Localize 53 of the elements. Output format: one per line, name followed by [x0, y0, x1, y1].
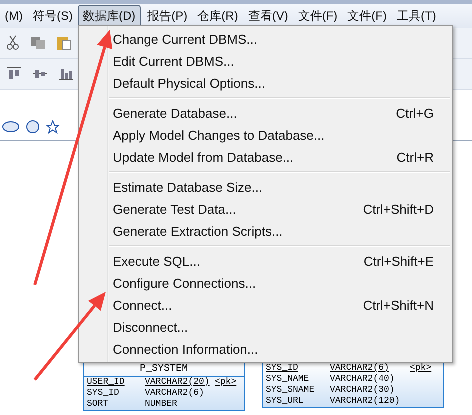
menu-bar-item[interactable]: 符号(S) — [28, 4, 78, 28]
key-label: <pk> — [215, 377, 238, 388]
menu-item[interactable]: Generate Test Data... — [113, 202, 236, 216]
shortcut-label: Ctrl+Shift+N — [363, 298, 434, 312]
column-type: VARCHAR2(6) — [145, 388, 206, 399]
menu-item[interactable]: Apply Model Changes to Database... — [113, 128, 325, 142]
copy-icon[interactable] — [30, 36, 46, 50]
shortcut-label: Ctrl+G — [396, 106, 434, 120]
shortcut-label: Ctrl+Shift+E — [364, 254, 434, 268]
align-bottom-icon[interactable] — [58, 67, 74, 81]
menu-bar-item[interactable]: 工具(T) — [392, 4, 442, 28]
column-name: USER_ID — [87, 377, 126, 388]
circle-icon[interactable] — [26, 120, 40, 134]
column-type: VARCHAR2(30) — [330, 385, 396, 396]
column-name: SORT — [87, 399, 110, 410]
menu-item[interactable]: Estimate Database Size... — [113, 180, 263, 194]
column-type: VARCHAR2(40) — [330, 374, 396, 385]
menu-item[interactable]: Connect... — [113, 298, 172, 312]
column-name: SYS_ID — [87, 388, 120, 399]
menu-bar-item[interactable]: 文件(F) — [342, 4, 392, 28]
menu-item[interactable]: Generate Database... — [113, 106, 238, 120]
menu-bar-item[interactable]: 仓库(R) — [192, 4, 244, 28]
menu-item[interactable]: Disconnect... — [113, 320, 188, 334]
column-type: VARCHAR2(6) — [330, 363, 390, 374]
menu-bar-item[interactable]: 查看(V) — [243, 4, 294, 28]
menu-item[interactable]: Default Physical Options... — [113, 76, 266, 90]
menu-item[interactable]: Execute SQL... — [113, 254, 200, 268]
menu-item[interactable]: Edit Current DBMS... — [113, 54, 234, 68]
menu-item[interactable]: Connection Information... — [113, 342, 258, 356]
align-middle-icon[interactable] — [32, 67, 48, 81]
column-type: VARCHAR2(120) — [330, 396, 402, 407]
paste-icon[interactable] — [56, 35, 72, 51]
column-name: SYS_NAME — [266, 374, 310, 385]
column-name: SYS_URL — [266, 396, 305, 407]
menu-item[interactable]: Change Current DBMS... — [113, 32, 258, 46]
column-name: SYS_ID — [266, 363, 300, 374]
ellipse-icon[interactable] — [2, 121, 20, 133]
column-name: SYS_SNAME — [266, 385, 316, 396]
menu-item[interactable]: Generate Extraction Scripts... — [113, 224, 283, 238]
shortcut-label: Ctrl+R — [396, 150, 434, 164]
align-top-icon[interactable] — [6, 67, 22, 81]
column-type: VARCHAR2(20) — [145, 377, 211, 388]
shortcut-label: Ctrl+Shift+D — [363, 202, 434, 216]
menu-bar-item[interactable]: 文件(F) — [293, 4, 343, 28]
menu-bar-item[interactable]: 报告(P) — [142, 4, 193, 28]
star-icon[interactable] — [46, 120, 60, 134]
scissors-icon[interactable] — [6, 35, 20, 51]
key-label: <pk> — [410, 363, 433, 374]
column-type: NUMBER — [145, 399, 178, 410]
menu-bar-item[interactable]: (M) — [0, 6, 28, 26]
menu-item[interactable]: Configure Connections... — [113, 276, 256, 290]
menu-item[interactable]: Update Model from Database... — [113, 150, 294, 164]
menu-bar-item[interactable]: 数据库(D) — [78, 4, 141, 28]
